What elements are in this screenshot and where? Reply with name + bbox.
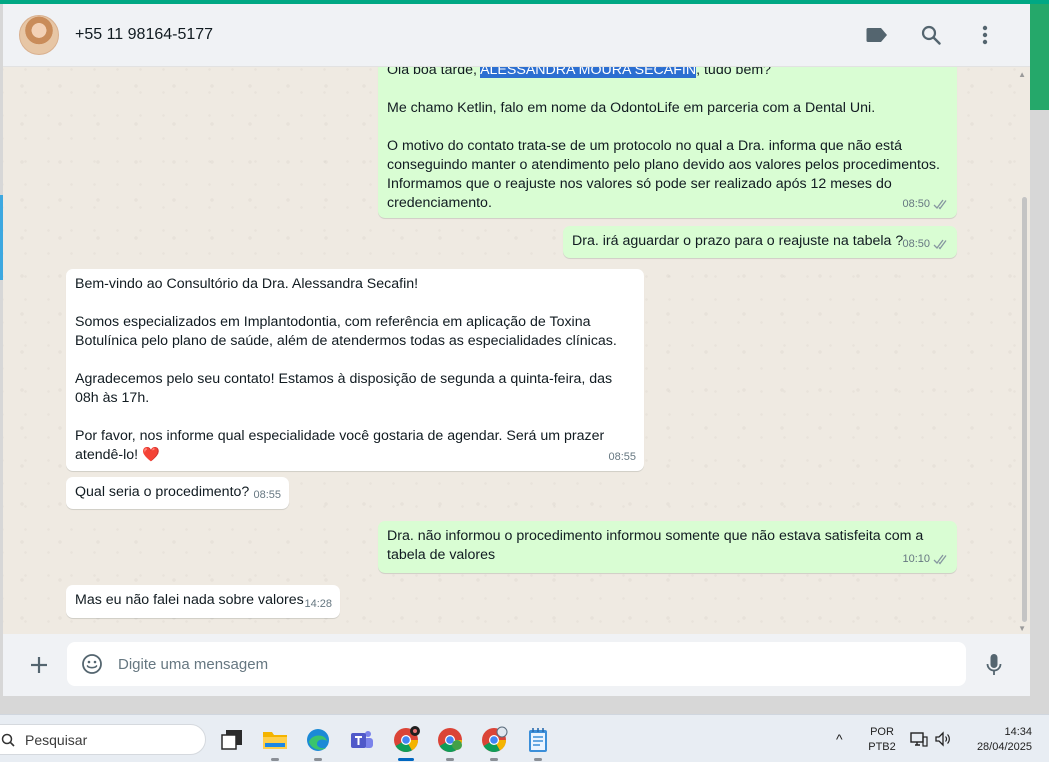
selected-text-highlight: ALESSANDRA MOURA SECAFIN xyxy=(480,67,697,78)
message-bubble-outgoing[interactable]: Dra. irá aguardar o prazo para o reajust… xyxy=(563,226,957,258)
task-view-icon xyxy=(221,730,242,750)
file-explorer-button[interactable] xyxy=(259,724,291,761)
teams-button[interactable] xyxy=(346,724,378,756)
app-running-indicator xyxy=(490,758,498,761)
avatar[interactable] xyxy=(19,15,59,55)
app-running-indicator xyxy=(534,758,542,761)
windows-search-icon xyxy=(1,733,21,747)
edge-icon xyxy=(307,729,329,751)
emoji-button[interactable] xyxy=(80,652,104,676)
system-tray-icons[interactable] xyxy=(910,731,952,747)
scroll-up-arrow-icon[interactable]: ▲ xyxy=(1018,70,1026,79)
chat-header: +55 11 98164-5177 xyxy=(3,4,1030,67)
app-active-indicator xyxy=(398,758,414,761)
contact-name[interactable]: +55 11 98164-5177 xyxy=(75,26,213,44)
message-text: Mas eu não falei nada sobre valores xyxy=(75,592,304,608)
chrome-button-active[interactable] xyxy=(390,724,422,761)
background-window-edge xyxy=(1030,4,1049,110)
scroll-down-arrow-icon[interactable]: ▼ xyxy=(1018,624,1026,633)
attach-button[interactable] xyxy=(19,645,59,685)
chat-messages-area[interactable]: Olá boa tarde, ALESSANDRA MOURA SECAFIN,… xyxy=(3,67,1030,634)
message-time: 08:50 xyxy=(902,238,930,250)
app-running-indicator xyxy=(314,758,322,761)
app-running-indicator xyxy=(271,758,279,761)
message-bubble-incoming[interactable]: Mas eu não falei nada sobre valores 14:2… xyxy=(66,585,340,618)
notepad-icon xyxy=(529,728,547,752)
chrome-icon xyxy=(438,728,462,753)
message-meta: 08:55 xyxy=(608,448,636,467)
tray-overflow-chevron-icon[interactable]: ^ xyxy=(836,731,843,747)
mic-icon xyxy=(986,654,1002,675)
menu-dots-icon xyxy=(982,25,988,45)
message-input[interactable] xyxy=(118,655,938,673)
clock-time: 14:34 xyxy=(1004,726,1032,738)
chrome-icon xyxy=(394,726,420,753)
double-check-icon xyxy=(933,554,947,565)
message-bubble-outgoing[interactable]: Olá boa tarde, ALESSANDRA MOURA SECAFIN,… xyxy=(378,67,957,218)
search-button[interactable] xyxy=(904,15,958,55)
emoji-icon xyxy=(82,654,102,674)
taskbar-clock[interactable]: 14:34 28/04/2025 xyxy=(960,725,1032,755)
message-time: 08:50 xyxy=(902,198,930,210)
message-bubble-outgoing[interactable]: Dra. não informou o procedimento informo… xyxy=(378,521,957,573)
chrome-profile-3-button[interactable] xyxy=(478,724,510,761)
whatsapp-window: +55 11 98164-5177 Olá boa tarde, ALESSAN… xyxy=(3,4,1030,696)
scrollbar-thumb[interactable] xyxy=(1022,197,1027,622)
message-text: Qual seria o procedimento? xyxy=(75,484,250,500)
folder-icon xyxy=(263,732,287,749)
message-bubble-incoming[interactable]: Qual seria o procedimento? 08:55 xyxy=(66,477,289,509)
edge-browser-button[interactable] xyxy=(302,724,334,761)
search-icon xyxy=(921,25,941,45)
message-meta: 08:55 xyxy=(253,486,281,505)
message-time: 10:10 xyxy=(902,553,930,565)
header-actions xyxy=(850,15,1012,55)
chrome-profile-2-button[interactable] xyxy=(434,724,466,761)
double-check-icon xyxy=(933,239,947,250)
windows-taskbar: Pesquisar ^ POR PTB2 14:34 28/04/2025 xyxy=(0,714,1049,762)
menu-button[interactable] xyxy=(958,15,1012,55)
double-check-icon xyxy=(933,199,947,210)
volume-icon xyxy=(935,731,950,747)
message-input-container[interactable] xyxy=(67,642,966,686)
taskbar-search[interactable]: Pesquisar xyxy=(0,724,206,755)
message-meta: 10:10 xyxy=(902,550,949,569)
chrome-icon xyxy=(482,726,508,753)
plus-icon xyxy=(31,657,47,673)
teams-icon xyxy=(351,731,373,748)
voice-message-button[interactable] xyxy=(979,650,1009,680)
message-time: 14:28 xyxy=(304,598,332,610)
task-view-button[interactable] xyxy=(216,724,248,756)
label-button[interactable] xyxy=(850,15,904,55)
language-indicator[interactable]: POR PTB2 xyxy=(864,725,900,755)
notepad-button[interactable] xyxy=(522,724,554,761)
label-icon xyxy=(866,28,887,42)
message-meta: 14:28 xyxy=(304,595,332,614)
app-running-indicator xyxy=(446,758,454,761)
message-time: 08:55 xyxy=(253,489,281,501)
message-text: Olá boa tarde, ALESSANDRA MOURA SECAFIN,… xyxy=(387,67,948,213)
message-bubble-incoming[interactable]: Bem-vindo ao Consultório da Dra. Alessan… xyxy=(66,269,644,471)
compose-bar xyxy=(3,634,1030,696)
message-text: Dra. não informou o procedimento informo… xyxy=(387,528,928,563)
message-meta: 08:50 xyxy=(902,195,949,214)
message-time: 08:55 xyxy=(608,451,636,463)
clock-date: 28/04/2025 xyxy=(976,741,1032,753)
taskbar-search-label: Pesquisar xyxy=(25,731,88,748)
message-meta: 08:50 xyxy=(902,235,949,254)
network-icon xyxy=(910,732,928,747)
message-text: Bem-vindo ao Consultório da Dra. Alessan… xyxy=(75,276,617,463)
message-text: Dra. irá aguardar o prazo para o reajust… xyxy=(572,233,904,249)
